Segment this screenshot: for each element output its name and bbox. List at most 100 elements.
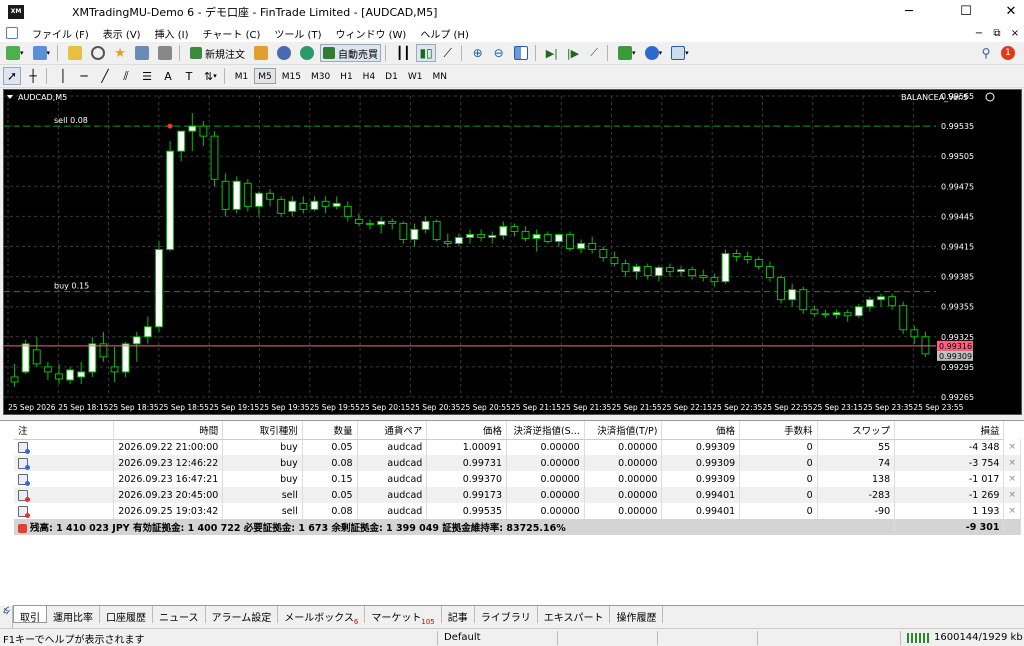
col-sl[interactable]: 決済逆指値(S...	[506, 421, 585, 440]
candle-body	[632, 266, 641, 273]
periods-icon[interactable]: ▾	[642, 44, 666, 62]
shapes-icon[interactable]: ⇅ ▾	[201, 67, 220, 85]
col-order[interactable]: 注	[14, 421, 114, 440]
close-order-icon[interactable]: ×	[1003, 455, 1021, 471]
close-order-icon[interactable]: ×	[1003, 471, 1021, 487]
tile-windows-icon[interactable]	[511, 44, 531, 62]
zoom-in-icon[interactable]: ⊕	[469, 44, 487, 62]
timeframe-mn[interactable]: MN	[428, 68, 451, 84]
tab-8[interactable]: ライブラリ	[475, 606, 538, 624]
templates-icon[interactable]: ▾	[668, 44, 692, 62]
col-price[interactable]: 価格	[426, 421, 508, 440]
table-row[interactable]: 2026.09.25 19:03:42 sell 0.08 audcad 0.99535…	[14, 503, 1021, 519]
y-tick-label: 0.99475	[941, 182, 974, 191]
horizontal-line-icon[interactable]: ─	[75, 67, 93, 85]
cell-profit: -1 269	[894, 487, 1005, 503]
col-commission[interactable]: 手数料	[739, 421, 818, 440]
col-time[interactable]: 時間	[113, 421, 224, 440]
tab-0[interactable]: 取引	[13, 606, 47, 624]
tab-4[interactable]: アラーム設定	[206, 606, 279, 624]
menu-file[interactable]: ファイル (F)	[32, 26, 89, 41]
col-tp[interactable]: 決済指値(T/P)	[584, 421, 663, 440]
auto-trading-button[interactable]: 自動売買	[320, 44, 382, 62]
search-icon[interactable]: ⚲	[977, 44, 995, 62]
table-row[interactable]: 2026.09.23 16:47:21 buy 0.15 audcad 0.99370 0…	[14, 471, 1021, 487]
table-row[interactable]: 2026.09.22 21:00:00 buy 0.05 audcad 1.00091 0…	[14, 439, 1021, 455]
candlestick-icon[interactable]: ▮▯	[416, 44, 436, 62]
menu-insert[interactable]: 挿入 (I)	[155, 26, 189, 41]
label-icon[interactable]: T	[180, 67, 198, 85]
tab-6[interactable]: マーケット105	[365, 606, 442, 626]
tab-5[interactable]: メールボックス6	[278, 606, 366, 626]
chart-line-icon[interactable]: ⟋	[585, 44, 603, 62]
child-minimize-icon[interactable]: −	[970, 28, 988, 39]
autoscroll-icon[interactable]: ▶|	[543, 44, 561, 62]
notification-icon[interactable]: 1	[998, 44, 1018, 62]
tab-7[interactable]: 記事	[442, 606, 475, 624]
col-volume[interactable]: 数量	[302, 421, 358, 440]
timeframe-d1[interactable]: D1	[381, 68, 402, 84]
vertical-line-icon[interactable]: │	[54, 67, 72, 85]
close-order-icon[interactable]: ×	[1003, 439, 1021, 455]
trendline-icon[interactable]: ╱	[96, 67, 114, 85]
terminal-icon[interactable]	[132, 44, 152, 62]
chart-window-icon[interactable]	[6, 27, 18, 39]
child-close-icon[interactable]: ×	[1006, 28, 1024, 39]
close-icon[interactable]: ✕	[988, 0, 1024, 24]
navigator-icon[interactable]	[88, 44, 108, 62]
profiles-icon[interactable]: ▾	[30, 44, 54, 62]
col-type[interactable]: 取引種別	[222, 421, 303, 440]
timeframe-m5[interactable]: M5	[254, 68, 276, 84]
channel-icon[interactable]: ⫽	[117, 67, 135, 85]
connection-status[interactable]: 1600144/1929 kb	[900, 631, 1024, 645]
price-chart[interactable]: 0.995650.995350.995050.994750.994450.994…	[4, 90, 1021, 414]
table-row[interactable]: 2026.09.23 20:45:00 sell 0.05 audcad 0.99173…	[14, 487, 1021, 503]
timeframe-m30[interactable]: M30	[307, 68, 334, 84]
cursor-icon[interactable]: ➚	[3, 67, 21, 85]
market-watch-icon[interactable]	[65, 44, 85, 62]
close-order-icon[interactable]: ×	[1003, 487, 1021, 503]
col-profit[interactable]: 損益	[894, 421, 1005, 440]
tab-3[interactable]: ニュース	[153, 606, 206, 624]
favorites-icon[interactable]: ★	[111, 44, 129, 62]
signal-icon[interactable]	[251, 44, 271, 62]
maximize-icon[interactable]: ☐	[943, 0, 989, 24]
timeframe-m15[interactable]: M15	[278, 68, 305, 84]
timeframe-w1[interactable]: W1	[404, 68, 427, 84]
indicators-icon[interactable]: ▾	[615, 44, 639, 62]
cell-swap: 55	[817, 439, 896, 455]
tab-9[interactable]: エキスパート	[538, 606, 611, 624]
tab-2[interactable]: 口座履歴	[100, 606, 153, 624]
bar-chart-icon[interactable]: ┃┃	[393, 44, 413, 62]
close-order-icon[interactable]: ×	[1003, 503, 1021, 519]
text-icon[interactable]: A	[159, 67, 177, 85]
new-chart-icon[interactable]: ▾	[3, 44, 27, 62]
col-swap[interactable]: スワップ	[817, 421, 896, 440]
strategy-tester-icon[interactable]	[155, 44, 175, 62]
line-chart-icon[interactable]: ⟋	[439, 44, 457, 62]
col-cur-price[interactable]: 価格	[661, 421, 741, 440]
tab-10[interactable]: 操作履歴	[610, 606, 664, 624]
community-icon[interactable]	[274, 44, 294, 62]
child-restore-icon[interactable]: ⧉	[988, 28, 1006, 39]
menu-help[interactable]: ヘルプ (H)	[420, 26, 469, 41]
tab-1[interactable]: 運用比率	[47, 606, 100, 624]
new-order-button[interactable]: 新規注文	[187, 44, 248, 62]
vps-icon[interactable]	[297, 44, 317, 62]
fibonacci-icon[interactable]: ☰	[138, 67, 156, 85]
col-symbol[interactable]: 通貨ペア	[357, 421, 428, 440]
timeframe-h4[interactable]: H4	[359, 68, 380, 84]
minimize-icon[interactable]: ─	[886, 0, 932, 24]
chart-window[interactable]: 0.99565 0.99535 0.99505 0.99475 0.99445 0.994…	[3, 89, 1022, 415]
menu-tools[interactable]: ツール (T)	[274, 26, 321, 41]
table-row[interactable]: 2026.09.23 12:46:22 buy 0.08 audcad 0.99731 0…	[14, 455, 1021, 471]
menu-chart[interactable]: チャート (C)	[203, 26, 261, 41]
terminal-tabs: 取引 運用比率 口座履歴 ニュース アラーム設定 メールボックス6 マーケット105 記事 ライ…	[13, 605, 1024, 626]
zoom-out-icon[interactable]: ⊖	[490, 44, 508, 62]
menu-window[interactable]: ウィンドウ (W)	[335, 26, 406, 41]
menu-view[interactable]: 表示 (V)	[103, 26, 141, 41]
chart-shift-icon[interactable]: |▶	[564, 44, 582, 62]
crosshair-icon[interactable]: ┼	[24, 67, 42, 85]
timeframe-h1[interactable]: H1	[336, 68, 357, 84]
timeframe-m1[interactable]: M1	[231, 68, 253, 84]
